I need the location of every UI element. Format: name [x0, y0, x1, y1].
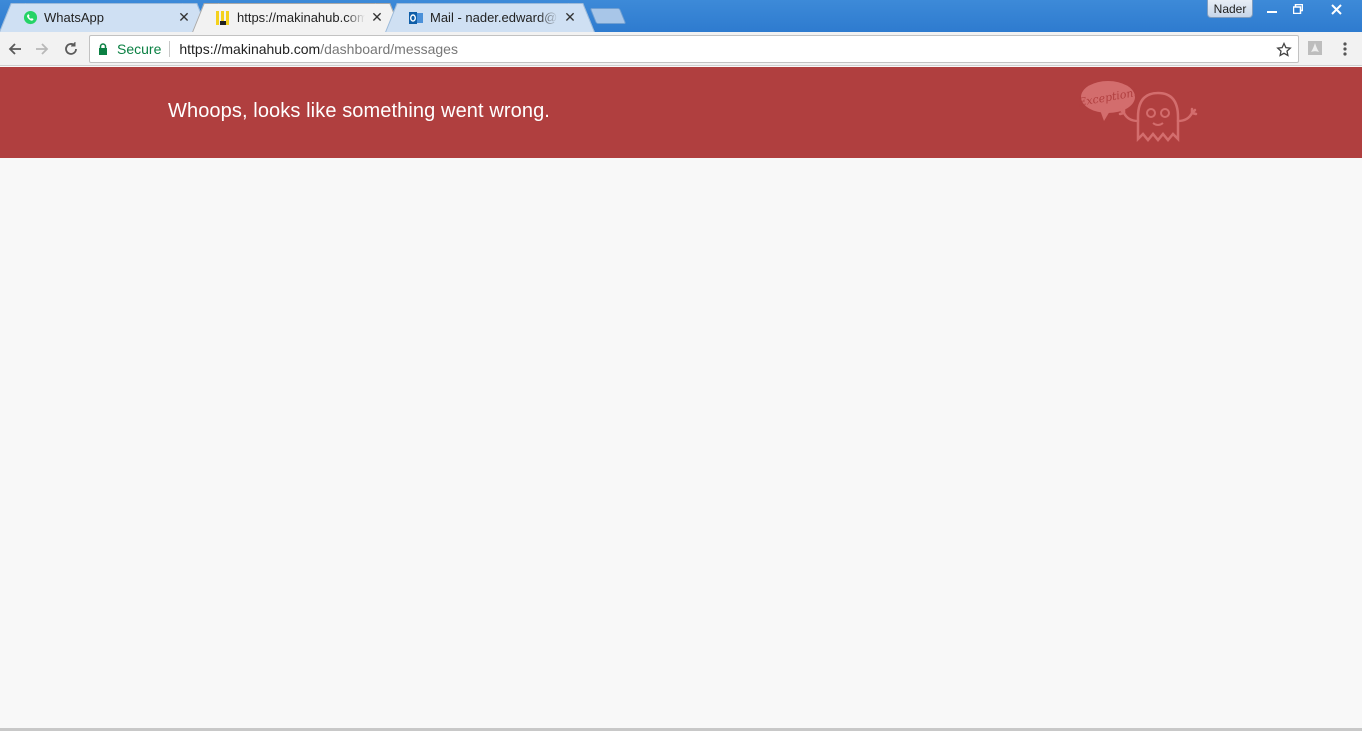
restore-button[interactable] — [1285, 0, 1311, 18]
pdf-extension-icon[interactable] — [1307, 40, 1323, 56]
tab-title: WhatsApp — [44, 10, 104, 25]
error-message: Whoops, looks like something went wrong. — [168, 100, 550, 122]
ghost-mascot-icon: Exception! — [1078, 81, 1198, 143]
back-arrow-icon — [8, 43, 21, 55]
new-tab-button[interactable] — [589, 8, 627, 24]
lock-icon — [99, 43, 107, 55]
bookmark-star-icon[interactable] — [1275, 41, 1293, 59]
makinahub-icon — [215, 10, 231, 26]
tab-title: Mail - nader.edward@live.com — [430, 10, 558, 25]
tab-mail[interactable]: Mail - nader.edward@live.com ✕ — [390, 3, 590, 32]
page-content: Whoops, looks like something went wrong.… — [0, 67, 1362, 731]
reload-button[interactable] — [59, 37, 83, 61]
whatsapp-icon — [22, 10, 38, 26]
error-banner: Whoops, looks like something went wrong.… — [0, 67, 1362, 158]
secure-label: Secure — [117, 41, 162, 57]
forward-arrow-icon — [36, 43, 49, 55]
security-indicator[interactable]: Secure — [90, 41, 171, 57]
url-host: https://makinahub.com — [179, 41, 321, 57]
close-icon[interactable]: ✕ — [176, 9, 192, 26]
browser-window: WhatsApp ✕ https://makinahub.com/dashboa… — [0, 0, 1362, 731]
tab-title: https://makinahub.com/dashboard/messages — [237, 10, 365, 25]
minimize-button[interactable] — [1259, 0, 1285, 18]
menu-kebab-icon[interactable] — [1337, 39, 1353, 59]
close-icon[interactable]: ✕ — [562, 9, 578, 26]
forward-button[interactable] — [30, 37, 54, 61]
back-button[interactable] — [3, 37, 27, 61]
url-path: /dashboard/messages — [320, 41, 458, 57]
tab-makinahub[interactable]: https://makinahub.com/dashboard/messages… — [197, 3, 397, 32]
reload-icon — [65, 42, 77, 55]
browser-toolbar: Secure https://makinahub.com/dashboard/m… — [0, 32, 1362, 66]
tab-whatsapp[interactable]: WhatsApp ✕ — [4, 3, 204, 32]
close-icon[interactable]: ✕ — [369, 9, 385, 26]
tab-strip: WhatsApp ✕ https://makinahub.com/dashboa… — [0, 0, 1362, 32]
profile-button[interactable]: Nader — [1207, 0, 1253, 18]
address-bar[interactable]: Secure https://makinahub.com/dashboard/m… — [89, 35, 1299, 63]
close-window-button[interactable] — [1318, 0, 1354, 18]
outlook-icon — [408, 10, 424, 26]
